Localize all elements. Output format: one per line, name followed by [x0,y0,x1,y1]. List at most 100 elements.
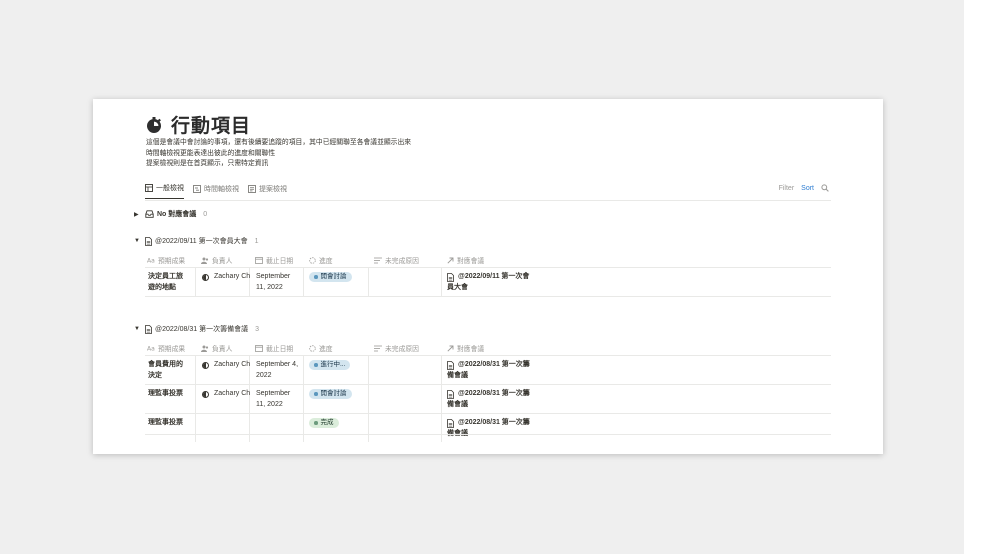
page-icon [145,236,152,246]
group-header-preparatory-meeting[interactable]: ▼ @2022/08/31 第一次籌備會議 3 [134,324,259,334]
column-divider [441,385,442,413]
tabs-divider [145,200,831,201]
group-count: 0 [203,210,208,218]
svg-text:Aa: Aa [147,346,155,352]
meeting-relation-cell[interactable]: @2022/08/31 第一次籌 備會議 [447,389,530,410]
column-divider [441,414,442,442]
column-divider [195,268,196,296]
status-badge: 進行中... [309,360,351,370]
group-header-no-meeting[interactable]: ▶ No 對應會議 0 [134,209,207,219]
text-property-icon: Aa [147,258,155,264]
column-divider [303,356,304,384]
column-header-result[interactable]: Aa 預期成果 [147,255,185,266]
tab-proposal-view[interactable]: 提案檢視 [248,183,287,199]
owner-cell[interactable]: Zachary Ch [202,389,250,400]
column-divider [368,356,369,384]
owner-cell[interactable]: Zachary Ch [202,272,250,283]
due-date-cell[interactable]: September 11, 2022 [256,389,290,410]
column-header-owner[interactable]: 負責人 [201,343,232,353]
text-lines-icon [374,257,382,263]
avatar [202,390,209,398]
calendar-icon [255,344,263,352]
avatar [202,273,209,281]
timeline-icon [193,184,201,193]
group-name: @2022/09/11 第一次會員大會 [155,238,248,245]
tab-label: 一般檢視 [156,185,184,192]
column-header-reason[interactable]: 未完成原因 [374,255,419,265]
table-row[interactable]: 會員費用的 決定 Zachary Ch September 4, 2022 進行中.… [145,356,831,384]
column-header-reason[interactable]: 未完成原因 [374,343,419,353]
status-cell[interactable]: 開會討論 [309,272,352,283]
column-header-meeting[interactable]: 對應會議 [447,343,484,353]
table-row[interactable]: 決定員工旅 遊的地點 Zachary Ch September 11, 2022 開… [145,268,831,296]
page-title: 行動項目 [171,116,252,137]
search-icon[interactable] [821,184,829,192]
view-toolbar: Filter Sort [779,184,829,192]
column-header-status[interactable]: 進度 [309,343,333,353]
status-badge: 開會討論 [309,389,352,399]
result-cell[interactable]: 理監事投票 [148,389,183,400]
stopwatch-icon [147,116,161,133]
status-cell[interactable]: 開會討論 [309,389,352,400]
meeting-relation-cell[interactable]: @2022/09/11 第一次會 員大會 [447,272,529,293]
inbox-icon [145,210,154,218]
table-header: Aa 預期成果 負責人 截止日期 進度 未完成原因 對應會議 [145,252,831,266]
tab-general-view[interactable]: 一般檢視 [145,183,184,199]
database-page: 行動項目 這個是會議中會討論的事項，還有後續要追蹤的項目，其中已經關聯至各會議並… [93,99,883,454]
tab-label: 時間軸檢視 [204,185,239,193]
status-cell[interactable]: 進行中... [309,360,351,371]
column-divider [249,414,250,442]
table-row[interactable]: 理監事投票 完成 @2022/08/31 第一次籌 備會議 [145,414,831,442]
column-header-meeting[interactable]: 對應會議 [447,255,484,265]
group-header-member-assembly[interactable]: ▼ @2022/09/11 第一次會員大會 1 [134,236,258,246]
group-count: 3 [255,325,259,333]
text-property-icon: Aa [147,346,155,352]
people-icon [201,345,209,352]
column-header-result[interactable]: Aa 預期成果 [147,343,185,354]
status-icon [309,256,316,264]
column-header-due-date[interactable]: 截止日期 [255,343,293,353]
description-line: 時間軸檢視更能表達出彼此的進度和關聯性 [146,149,276,157]
column-divider [441,356,442,384]
column-divider [368,414,369,442]
tab-timeline-view[interactable]: 時間軸檢視 [193,183,239,199]
due-date-cell[interactable]: September 11, 2022 [256,272,290,293]
status-cell[interactable]: 完成 [309,418,339,429]
svg-text:Aa: Aa [147,258,155,264]
table-row[interactable]: 理監事投票 Zachary Ch September 11, 2022 開會討論 … [145,385,831,413]
result-cell[interactable]: 理監事投票 [148,418,183,429]
column-divider [303,385,304,413]
due-date-cell[interactable]: September 4, 2022 [256,360,298,381]
page-description: 這個是會議中會討論的事項，還有後續要追蹤的項目，其中已經關聯至各會議並顯示出來 … [146,138,411,170]
column-divider [303,414,304,442]
meeting-relation-cell[interactable]: @2022/08/31 第一次籌 備會議 [447,360,530,381]
result-cell[interactable]: 會員費用的 決定 [148,360,183,381]
status-badge: 完成 [309,418,339,428]
sort-button[interactable]: Sort [801,185,814,192]
column-divider [195,356,196,384]
column-header-owner[interactable]: 負責人 [201,255,232,265]
meeting-relation-cell[interactable]: @2022/08/31 第一次籌 備會議 [447,418,530,439]
column-divider [303,268,304,296]
column-divider [368,268,369,296]
column-header-status[interactable]: 進度 [309,255,333,265]
owner-cell[interactable]: Zachary Ch [202,360,250,371]
result-cell[interactable]: 決定員工旅 遊的地點 [148,272,183,293]
collapse-toggle-icon[interactable]: ▼ [134,326,145,332]
column-divider [441,268,442,296]
filter-button[interactable]: Filter [779,185,795,192]
group-name: @2022/08/31 第一次籌備會議 [155,326,249,333]
description-line: 提案檢視則是在首頁顯示，只需特定資訊 [146,160,269,168]
description-line: 這個是會議中會討論的事項，還有後續要追蹤的項目，其中已經關聯至各會議並顯示出來 [146,139,412,146]
relation-arrow-icon [447,257,454,264]
collapse-toggle-icon[interactable]: ▶ [134,211,145,218]
calendar-icon [255,256,263,264]
view-tabs: 一般檢視 時間軸檢視 提案檢視 [145,183,296,199]
people-icon [201,257,209,264]
column-header-due-date[interactable]: 截止日期 [255,255,293,265]
tab-label: 提案檢視 [259,185,287,193]
page-icon [145,324,152,334]
column-divider [195,385,196,413]
collapse-toggle-icon[interactable]: ▼ [134,238,145,244]
avatar [202,361,209,369]
